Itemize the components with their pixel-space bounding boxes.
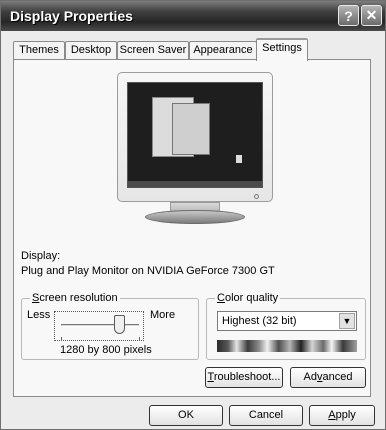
advanced-button[interactable]: Advanced xyxy=(290,367,366,388)
help-icon: ? xyxy=(344,7,353,24)
window-title: Display Properties xyxy=(10,8,133,24)
title-bar[interactable]: Display Properties ? ✕ xyxy=(1,1,385,31)
tab-settings[interactable]: Settings xyxy=(256,38,308,61)
slider-tick xyxy=(61,337,62,341)
monitor-base xyxy=(145,210,245,224)
troubleshoot-button[interactable]: Troubleshoot... xyxy=(205,367,283,388)
color-preview-bar xyxy=(217,340,357,352)
monitor-preview xyxy=(117,72,273,202)
ok-button[interactable]: OK xyxy=(149,405,223,426)
display-label: Display: xyxy=(21,250,61,262)
close-icon: ✕ xyxy=(365,7,378,23)
color-quality-value: Highest (32 bit) xyxy=(222,315,297,327)
color-quality-dropdown[interactable]: Highest (32 bit) ▼ xyxy=(217,311,357,331)
color-quality-group: Color quality Highest (32 bit) ▼ xyxy=(206,292,366,360)
apply-button[interactable]: Apply xyxy=(309,405,375,426)
resolution-value: 1280 by 800 pixels xyxy=(60,344,152,356)
preview-taskbar xyxy=(128,181,262,187)
slider-track xyxy=(61,324,139,327)
recycle-bin-icon xyxy=(236,155,242,163)
tab-themes[interactable]: Themes xyxy=(13,41,65,60)
resolution-slider[interactable] xyxy=(54,311,144,341)
cancel-button[interactable]: Cancel xyxy=(229,405,303,426)
display-device-name: Plug and Play Monitor on NVIDIA GeForce … xyxy=(21,265,275,277)
tab-appearance[interactable]: Appearance xyxy=(189,41,257,60)
settings-panel: Display: Plug and Play Monitor on NVIDIA… xyxy=(13,59,371,397)
screen-resolution-group: Screen resolution Less More 1280 by 800 … xyxy=(21,292,199,360)
monitor-screen xyxy=(127,82,263,188)
help-button[interactable]: ? xyxy=(338,5,359,26)
preview-window-secondary xyxy=(172,103,210,155)
screen-resolution-legend: Screen resolution xyxy=(30,292,120,304)
slider-tick xyxy=(139,337,140,341)
display-properties-window: Display Properties ? ✕ Themes Desktop Sc… xyxy=(0,0,386,430)
slider-thumb[interactable] xyxy=(113,315,125,334)
less-label: Less xyxy=(27,309,51,321)
tab-screen-saver[interactable]: Screen Saver xyxy=(117,41,189,60)
chevron-down-icon[interactable]: ▼ xyxy=(339,313,355,329)
power-light-icon xyxy=(254,194,259,199)
color-quality-legend: Color quality xyxy=(215,292,281,304)
tab-desktop[interactable]: Desktop xyxy=(65,41,117,60)
more-label: More xyxy=(150,309,176,321)
close-button[interactable]: ✕ xyxy=(361,5,382,26)
